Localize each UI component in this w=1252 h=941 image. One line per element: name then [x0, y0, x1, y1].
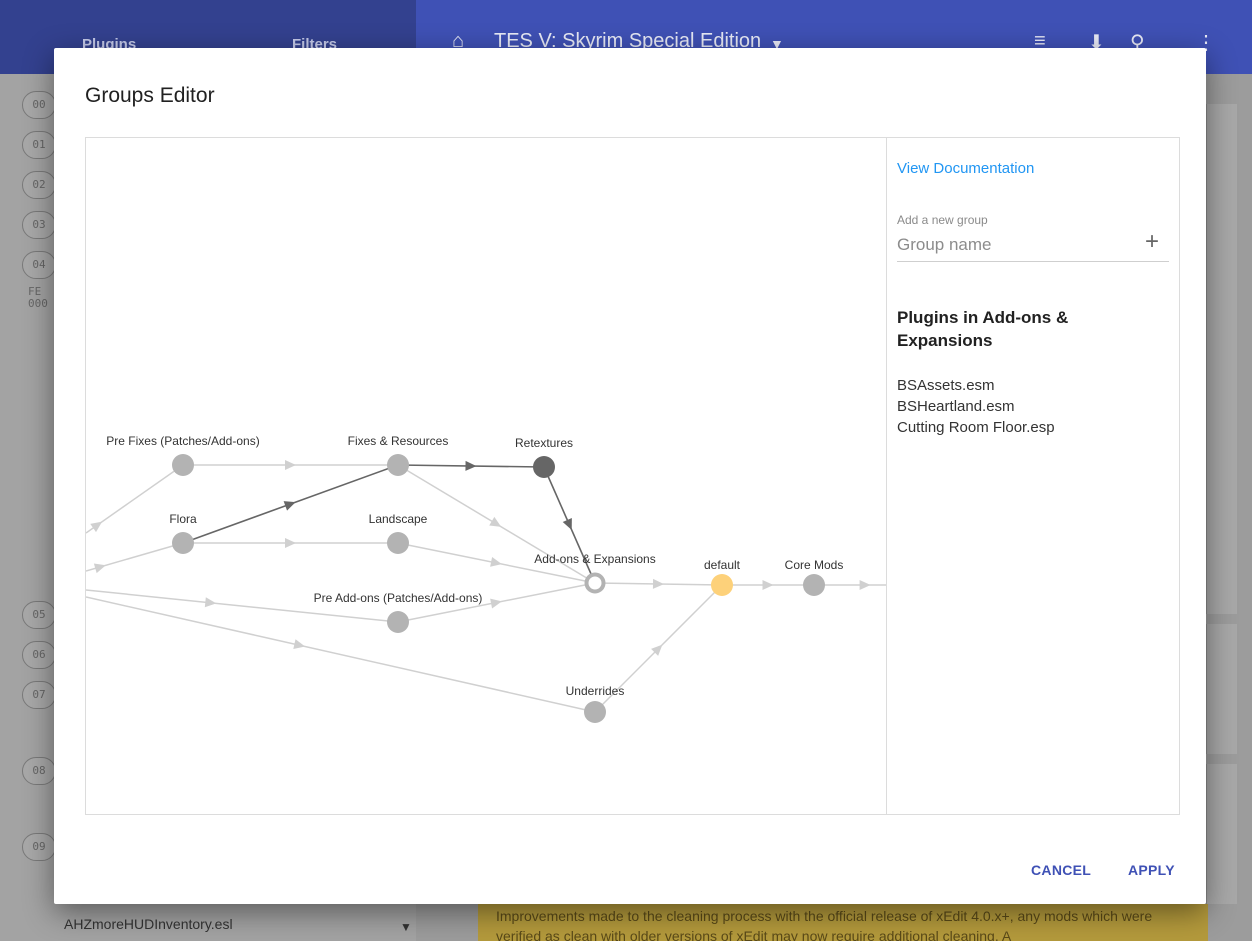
details-card [1206, 764, 1237, 904]
load-order-index-fe: FE 000 [28, 286, 48, 310]
graph-node-retextures[interactable] [533, 456, 555, 478]
fe-number: 000 [28, 297, 48, 310]
edge-arrow [285, 460, 296, 470]
graph-node-label: Flora [169, 512, 197, 526]
graph-node-label: Fixes & Resources [348, 434, 449, 448]
edge-arrow [490, 598, 502, 609]
load-order-index: 07 [22, 681, 56, 709]
edge-arrow [762, 580, 774, 590]
graph-node-default[interactable] [711, 574, 733, 596]
group-name-input[interactable] [897, 232, 1127, 258]
edge-arrow [490, 557, 502, 567]
list-item: BSHeartland.esm [897, 398, 1015, 415]
edge-arrow [859, 580, 871, 590]
graph-node-label: Add-ons & Expansions [534, 552, 655, 566]
load-order-index: 00 [22, 91, 56, 119]
list-item: Cutting Room Floor.esp [897, 419, 1055, 436]
apply-button[interactable]: APPLY [1128, 862, 1175, 878]
edge-arrow [204, 597, 217, 608]
load-order-index: 06 [22, 641, 56, 669]
graph-node-preaddons[interactable] [387, 611, 409, 633]
graph-node-label: Underrides [566, 684, 625, 698]
load-order-index: 05 [22, 601, 56, 629]
details-card [1206, 104, 1237, 614]
add-group-plus-icon[interactable]: + [1145, 230, 1159, 254]
load-order-index: 03 [22, 211, 56, 239]
graph-node-fixes[interactable] [387, 454, 409, 476]
groups-graph[interactable]: Pre Fixes (Patches/Add-ons) Fixes & Resou… [85, 137, 887, 815]
warning-message: Improvements made to the cleaning proces… [478, 904, 1208, 941]
plugins-in-group-title: Plugins in Add-ons & Expansions [897, 308, 1069, 350]
edge-arrow [293, 639, 306, 649]
graph-node-addons[interactable] [584, 572, 606, 594]
groups-graph-canvas[interactable]: Pre Fixes (Patches/Add-ons) Fixes & Resou… [86, 138, 887, 814]
graph-node-label: Core Mods [785, 558, 844, 572]
plugin-name[interactable]: AHZmoreHUDInventory.esl [64, 916, 233, 932]
graph-node-label: Pre Add-ons (Patches/Add-ons) [314, 591, 483, 605]
edge-arrow [489, 516, 502, 527]
graph-node-label: Pre Fixes (Patches/Add-ons) [106, 434, 259, 448]
list-item: BSAssets.esm [897, 377, 995, 394]
cancel-button[interactable]: CANCEL [1031, 862, 1091, 878]
group-plugin-list: BSAssets.esm BSHeartland.esm Cutting Roo… [897, 375, 1055, 438]
edge-arrow [285, 538, 296, 548]
graph-node-label: Retextures [515, 436, 573, 450]
add-group-label: Add a new group [897, 213, 988, 227]
chevron-down-icon[interactable]: ▼ [400, 920, 412, 934]
edge-arrow [283, 501, 296, 511]
load-order-index: 02 [22, 171, 56, 199]
graph-node-flora[interactable] [172, 532, 194, 554]
load-order-index: 04 [22, 251, 56, 279]
graph-node-label: default [704, 558, 741, 572]
groups-editor-dialog: Groups Editor Pre Fixes (Patches/Add-ons… [54, 48, 1206, 904]
edge-arrow [93, 563, 106, 574]
load-order-index: 01 [22, 131, 56, 159]
graph-node-coremods[interactable] [803, 574, 825, 596]
input-underline [897, 261, 1169, 262]
load-order-index: 08 [22, 757, 56, 785]
graph-node-landscape[interactable] [387, 532, 409, 554]
details-card [1206, 624, 1237, 754]
edge-arrow [652, 578, 664, 589]
load-order-index: 09 [22, 833, 56, 861]
dialog-title: Groups Editor [85, 84, 215, 107]
edge-arrow [465, 460, 477, 471]
view-documentation-link[interactable]: View Documentation [897, 160, 1034, 177]
graph-node-prefixes[interactable] [172, 454, 194, 476]
graph-node-underrides[interactable] [584, 701, 606, 723]
graph-node-label: Landscape [369, 512, 428, 526]
edge-arrow [90, 521, 103, 533]
graph-edge[interactable] [86, 596, 596, 713]
group-details-panel: View Documentation Add a new group + Plu… [886, 137, 1180, 815]
